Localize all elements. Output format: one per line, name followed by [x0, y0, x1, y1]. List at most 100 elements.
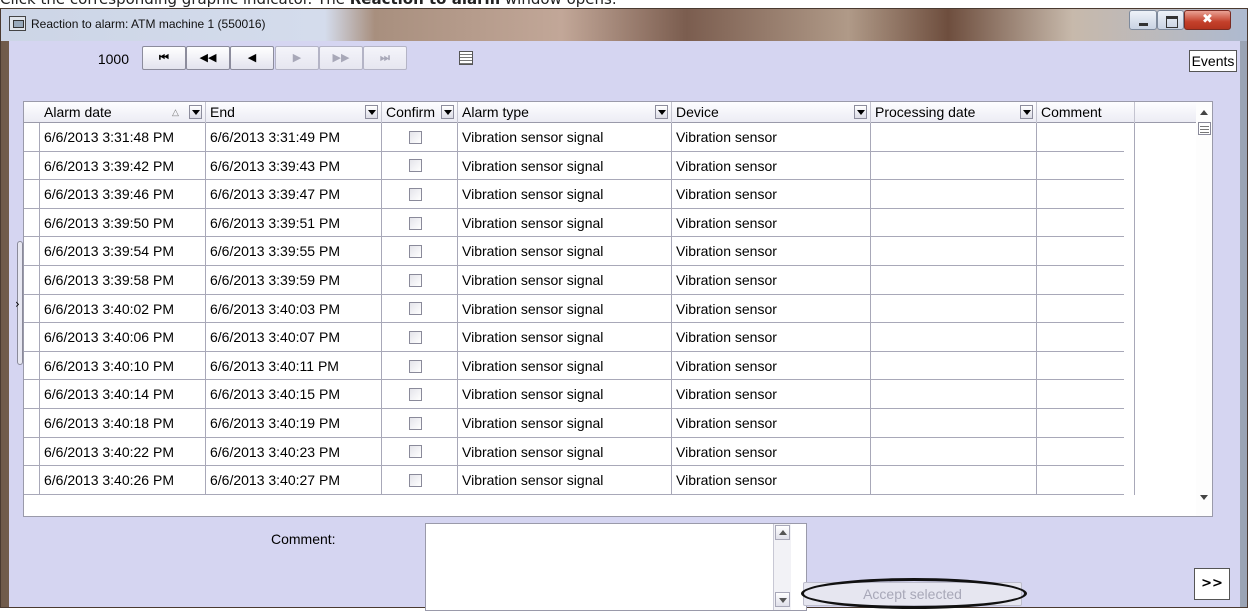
table-view-icon[interactable] — [459, 51, 473, 65]
confirm-checkbox[interactable] — [409, 302, 422, 316]
page-size-field[interactable]: 1000 — [83, 47, 129, 71]
next-page-button[interactable]: ▶▶ — [319, 46, 363, 70]
confirm-checkbox[interactable] — [409, 416, 422, 430]
table-row[interactable]: 6/6/2013 3:40:18 PM 6/6/2013 3:40:19 PM Vi… — [24, 409, 1135, 438]
cell-device[interactable]: Vibration sensor — [672, 180, 871, 209]
row-selector[interactable] — [24, 409, 40, 438]
cell-end[interactable]: 6/6/2013 3:40:11 PM — [206, 351, 382, 381]
cell-device[interactable]: Vibration sensor — [672, 208, 871, 238]
table-row[interactable]: 6/6/2013 3:40:22 PM 6/6/2013 3:40:23 PM Vi… — [24, 437, 1135, 467]
cell-comment[interactable] — [1037, 180, 1135, 209]
cell-alarm-date[interactable]: 6/6/2013 3:39:46 PM — [40, 180, 206, 209]
cell-alarm-type[interactable]: Vibration sensor signal — [458, 208, 672, 238]
cell-comment[interactable] — [1037, 380, 1135, 409]
cell-device[interactable]: Vibration sensor — [672, 351, 871, 381]
table-row[interactable]: 6/6/2013 3:40:02 PM 6/6/2013 3:40:03 PM Vi… — [24, 294, 1135, 324]
table-scrollbar[interactable] — [1196, 102, 1212, 516]
cell-end[interactable]: 6/6/2013 3:39:51 PM — [206, 208, 382, 238]
cell-processing-date[interactable] — [871, 266, 1037, 295]
filter-dropdown-icon[interactable] — [441, 105, 454, 119]
cell-device[interactable]: Vibration sensor — [672, 380, 871, 409]
scroll-up-icon[interactable] — [1200, 110, 1208, 115]
confirm-checkbox[interactable] — [409, 445, 422, 459]
cell-alarm-date[interactable]: 6/6/2013 3:40:10 PM — [40, 351, 206, 381]
column-header-device[interactable]: Device — [672, 102, 871, 123]
filter-dropdown-icon[interactable] — [854, 105, 867, 119]
accept-selected-button[interactable]: Accept selected — [803, 582, 1022, 606]
cell-end[interactable]: 6/6/2013 3:31:49 PM — [206, 123, 382, 152]
first-page-button[interactable]: ⏮ — [142, 46, 186, 70]
row-selector[interactable] — [24, 237, 40, 266]
cell-device[interactable]: Vibration sensor — [672, 151, 871, 181]
confirm-checkbox[interactable] — [409, 159, 422, 173]
cell-processing-date[interactable] — [871, 151, 1037, 181]
events-button[interactable]: Events — [1189, 50, 1237, 72]
table-row[interactable]: 6/6/2013 3:31:48 PM 6/6/2013 3:31:49 PM Vi… — [24, 123, 1135, 152]
cell-alarm-date[interactable]: 6/6/2013 3:40:26 PM — [40, 466, 206, 495]
more-button[interactable]: >> — [1194, 568, 1230, 600]
cell-alarm-type[interactable]: Vibration sensor signal — [458, 409, 672, 438]
cell-processing-date[interactable] — [871, 380, 1037, 409]
cell-processing-date[interactable] — [871, 180, 1037, 209]
row-selector[interactable] — [24, 437, 40, 467]
confirm-checkbox[interactable] — [409, 388, 422, 402]
row-selector[interactable] — [24, 208, 40, 238]
comment-scroll-down-icon[interactable] — [775, 592, 790, 607]
cell-device[interactable]: Vibration sensor — [672, 466, 871, 495]
cell-processing-date[interactable] — [871, 123, 1037, 152]
column-header-processing-date[interactable]: Processing date — [871, 102, 1037, 123]
prev-record-button[interactable]: ◀ — [230, 46, 274, 70]
table-row[interactable]: 6/6/2013 3:39:50 PM 6/6/2013 3:39:51 PM Vi… — [24, 208, 1135, 238]
table-row[interactable]: 6/6/2013 3:39:46 PM 6/6/2013 3:39:47 PM Vi… — [24, 180, 1135, 209]
cell-device[interactable]: Vibration sensor — [672, 409, 871, 438]
cell-device[interactable]: Vibration sensor — [672, 437, 871, 467]
row-selector[interactable] — [24, 123, 40, 152]
comment-scroll-up-icon[interactable] — [775, 525, 790, 540]
cell-alarm-date[interactable]: 6/6/2013 3:40:06 PM — [40, 323, 206, 352]
confirm-checkbox[interactable] — [409, 330, 422, 344]
confirm-checkbox[interactable] — [409, 187, 422, 201]
cell-alarm-type[interactable]: Vibration sensor signal — [458, 237, 672, 266]
comment-scrollbar[interactable] — [773, 524, 791, 610]
prev-page-button[interactable]: ◀◀ — [186, 46, 230, 70]
cell-alarm-type[interactable]: Vibration sensor signal — [458, 437, 672, 467]
filter-dropdown-icon[interactable] — [365, 105, 378, 119]
cell-alarm-type[interactable]: Vibration sensor signal — [458, 351, 672, 381]
cell-comment[interactable] — [1037, 466, 1135, 495]
cell-comment[interactable] — [1037, 351, 1135, 381]
table-row[interactable]: 6/6/2013 3:39:42 PM 6/6/2013 3:39:43 PM Vi… — [24, 151, 1135, 181]
window-app-icon[interactable] — [9, 16, 26, 31]
cell-end[interactable]: 6/6/2013 3:39:47 PM — [206, 180, 382, 209]
cell-alarm-type[interactable]: Vibration sensor signal — [458, 123, 672, 152]
row-selector[interactable] — [24, 151, 40, 181]
cell-alarm-date[interactable]: 6/6/2013 3:40:14 PM — [40, 380, 206, 409]
expand-panel-icon[interactable]: › — [15, 297, 20, 311]
confirm-checkbox[interactable] — [409, 245, 422, 259]
minimize-button[interactable] — [1129, 10, 1157, 30]
table-row[interactable]: 6/6/2013 3:39:54 PM 6/6/2013 3:39:55 PM Vi… — [24, 237, 1135, 266]
column-header-end[interactable]: End — [206, 102, 382, 123]
cell-alarm-type[interactable]: Vibration sensor signal — [458, 380, 672, 409]
cell-alarm-date[interactable]: 6/6/2013 3:40:18 PM — [40, 409, 206, 438]
cell-processing-date[interactable] — [871, 466, 1037, 495]
cell-alarm-date[interactable]: 6/6/2013 3:39:54 PM — [40, 237, 206, 266]
cell-end[interactable]: 6/6/2013 3:39:43 PM — [206, 151, 382, 181]
confirm-checkbox[interactable] — [409, 273, 422, 287]
table-row[interactable]: 6/6/2013 3:40:06 PM 6/6/2013 3:40:07 PM Vi… — [24, 323, 1135, 352]
table-row[interactable]: 6/6/2013 3:40:10 PM 6/6/2013 3:40:11 PM Vi… — [24, 351, 1135, 381]
row-selector[interactable] — [24, 294, 40, 324]
cell-device[interactable]: Vibration sensor — [672, 323, 871, 352]
title-bar[interactable]: Reaction to alarm: ATM machine 1 (550016… — [1, 9, 1247, 41]
cell-processing-date[interactable] — [871, 237, 1037, 266]
cell-alarm-type[interactable]: Vibration sensor signal — [458, 323, 672, 352]
table-row[interactable]: 6/6/2013 3:40:26 PM 6/6/2013 3:40:27 PM Vi… — [24, 466, 1135, 495]
cell-end[interactable]: 6/6/2013 3:39:55 PM — [206, 237, 382, 266]
row-selector[interactable] — [24, 180, 40, 209]
cell-comment[interactable] — [1037, 237, 1135, 266]
filter-dropdown-icon[interactable] — [655, 105, 668, 119]
cell-end[interactable]: 6/6/2013 3:40:27 PM — [206, 466, 382, 495]
cell-processing-date[interactable] — [871, 437, 1037, 467]
next-record-button[interactable]: ▶ — [275, 46, 319, 70]
row-selector[interactable] — [24, 380, 40, 409]
cell-processing-date[interactable] — [871, 208, 1037, 238]
